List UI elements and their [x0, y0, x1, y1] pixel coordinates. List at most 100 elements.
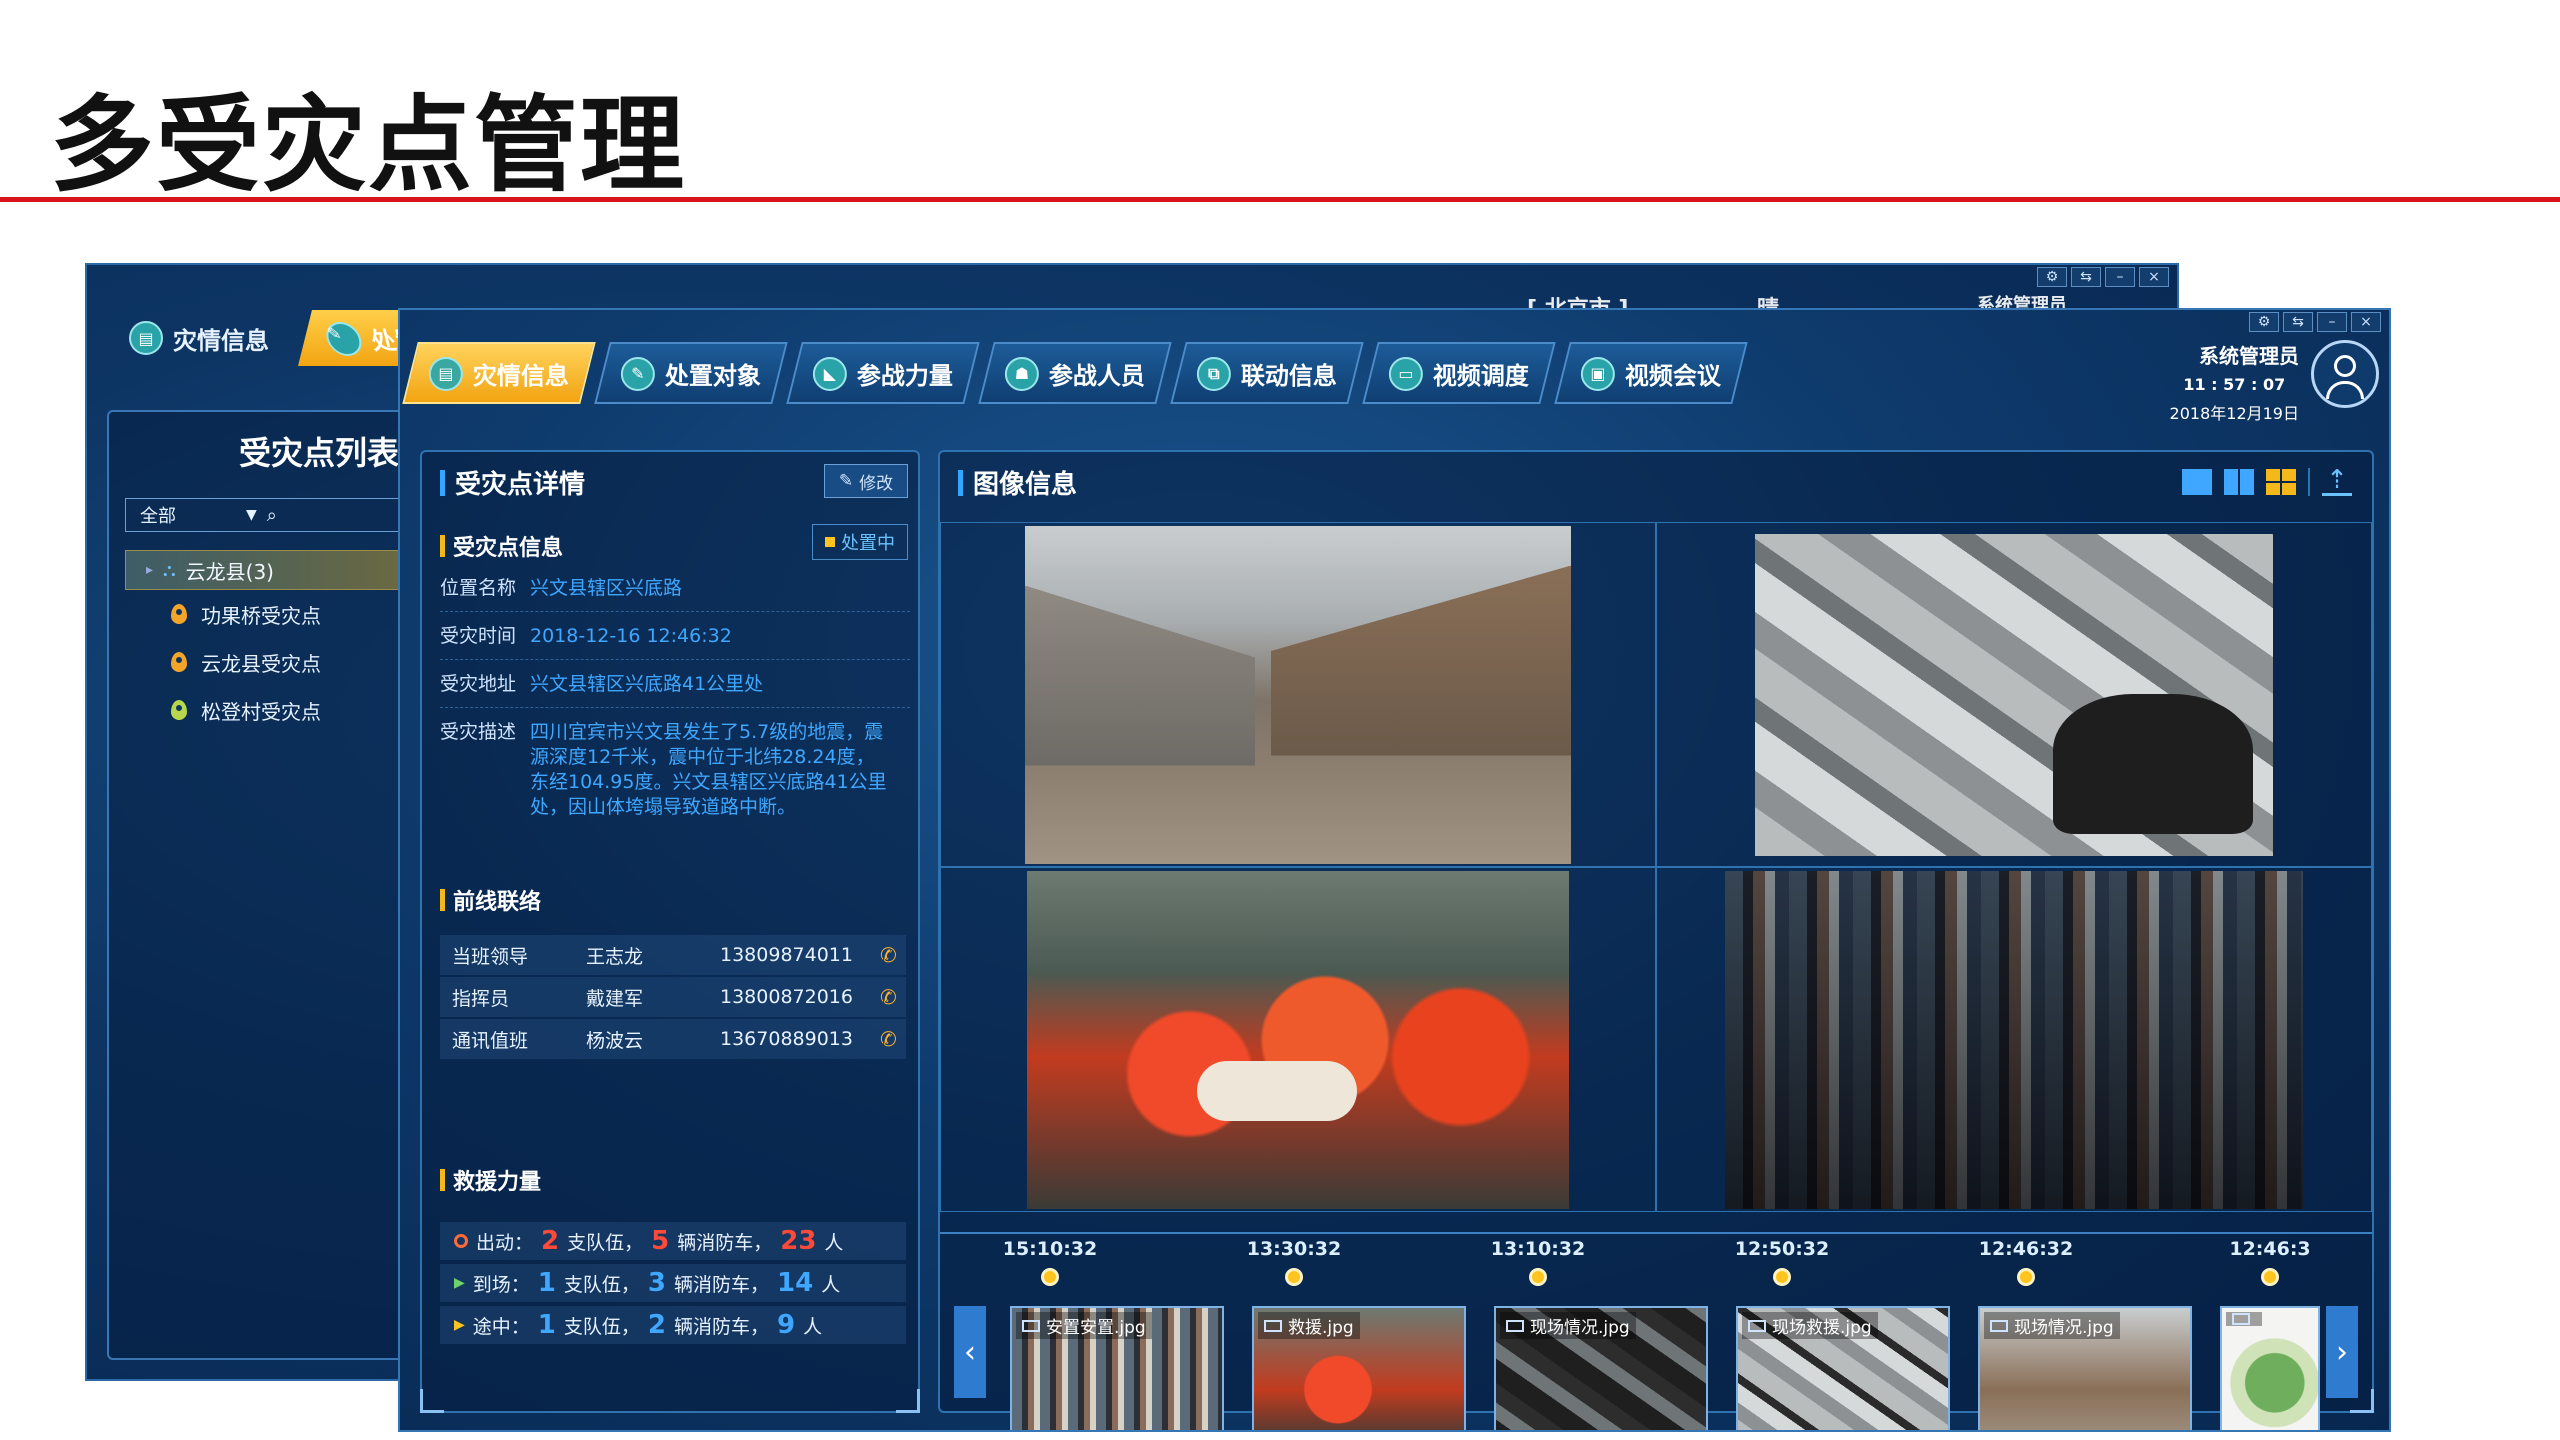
timeline-dot[interactable] — [2261, 1268, 2279, 1286]
image-rescue-team — [1027, 870, 1569, 1209]
tree-item[interactable]: 云龙县受灾点 — [125, 638, 425, 686]
thumb-label: 救援.jpg — [1288, 1318, 1354, 1338]
switch-icon[interactable]: ⇆ — [2071, 267, 2101, 287]
minimize-icon[interactable]: – — [2105, 267, 2135, 287]
tab-personnel[interactable]: ☗ 参战人员 — [978, 342, 1172, 404]
thumbnail[interactable]: 安置安置.jpg — [1010, 1306, 1224, 1430]
close-icon[interactable]: × — [2139, 267, 2169, 287]
tree-item[interactable]: 松登村受灾点 — [125, 686, 425, 734]
image-cell[interactable] — [940, 522, 1656, 867]
force-row-en-route: ▶ 途中： 1 支队伍， 2 辆消防车， 9 人 — [440, 1306, 906, 1344]
user-name: 系统管理员 — [2199, 344, 2299, 368]
timeline-time: 12:46:32 — [1978, 1238, 2074, 1260]
image-cell[interactable] — [940, 867, 1656, 1212]
image-street-damage — [1025, 525, 1571, 864]
pencil-icon: ✎ — [838, 471, 854, 491]
contact-role: 当班领导 — [452, 945, 529, 968]
tree-item[interactable]: 功果桥受灾点 — [125, 590, 425, 638]
panel-corner — [420, 1389, 444, 1413]
triangle-right-icon: ▶ — [454, 1317, 465, 1333]
avatar[interactable] — [2311, 340, 2379, 408]
tree-item-label: 功果桥受灾点 — [201, 603, 321, 628]
thumbnail[interactable]: 救援.jpg — [1252, 1306, 1466, 1430]
tab-video-dispatch[interactable]: ▭ 视频调度 — [1362, 342, 1556, 404]
image-cell[interactable] — [1656, 867, 2372, 1212]
timeline-point[interactable]: 12:50:32 — [1712, 1238, 1852, 1260]
thumbnail-strip: ‹ 安置安置.jpg 救援.jpg 现场情况.jpg 现场救援.jpg 现场情况… — [954, 1302, 2360, 1430]
info-row-location: 位置名称 兴文县辖区兴底路 — [440, 576, 910, 612]
timeline-point[interactable]: 12:46:32 — [1956, 1238, 2096, 1260]
back-tab-disaster-info[interactable]: ▤ 灾情信息 — [107, 310, 291, 366]
user-group-icon: ☗ — [1005, 356, 1039, 390]
force-teams: 1 — [537, 1268, 556, 1298]
thumbnail[interactable] — [2220, 1306, 2320, 1430]
force-people: 14 — [777, 1268, 814, 1298]
tab-handling-object[interactable]: ✎ 处置对象 — [594, 342, 788, 404]
forces-section-title: 救援力量 — [440, 1164, 541, 1196]
image-shelter-crowd — [1725, 870, 2303, 1209]
tab-label: 灾情信息 — [473, 361, 569, 390]
force-trucks-unit: 辆消防车， — [677, 1231, 773, 1254]
timeline-dot[interactable] — [2017, 1268, 2035, 1286]
timeline-point[interactable]: 13:10:32 — [1468, 1238, 1608, 1260]
tab-video-meeting[interactable]: ▣ 视频会议 — [1554, 342, 1748, 404]
thumbnail[interactable]: 现场情况.jpg — [1494, 1306, 1708, 1430]
phone-icon[interactable]: ✆ — [880, 985, 897, 1009]
timeline-dot[interactable] — [1041, 1268, 1059, 1286]
clock-time: 11 : 57 : 07 — [2183, 375, 2286, 394]
toolbar-divider — [2308, 468, 2310, 496]
edit-label: 修改 — [859, 473, 894, 494]
force-trucks: 3 — [647, 1268, 666, 1298]
thumb-label: 现场情况.jpg — [2014, 1318, 2114, 1338]
image-panel-title: 图像信息 — [958, 464, 1077, 501]
contact-role: 通讯值班 — [452, 1029, 529, 1052]
settings-icon[interactable]: ⚙ — [2037, 267, 2067, 287]
force-trucks-unit: 辆消防车， — [674, 1315, 770, 1338]
thumbnail[interactable]: 现场救援.jpg — [1736, 1306, 1950, 1430]
contacts-table: 当班领导 王志龙 13809874011 ✆ 指挥员 戴建军 138008720… — [440, 935, 906, 1061]
clock-date: 2018年12月19日 — [2169, 404, 2299, 423]
next-arrow-button[interactable]: › — [2326, 1306, 2358, 1398]
edit-button[interactable]: ✎ 修改 — [824, 464, 908, 498]
monitor-icon — [1506, 1319, 1524, 1332]
layout-grid-icon[interactable] — [2266, 469, 2296, 495]
tab-label: 联动信息 — [1241, 361, 1337, 390]
filter-select[interactable]: 全部 ▼ ⌕ — [125, 498, 425, 532]
layout-single-icon[interactable] — [2182, 469, 2212, 495]
chevron-right-icon: › — [2336, 1334, 2348, 1370]
tab-linkage[interactable]: ⧉ 联动信息 — [1170, 342, 1364, 404]
timeline-dot[interactable] — [1285, 1268, 1303, 1286]
field-value: 2018-12-16 12:46:32 — [530, 625, 732, 647]
tab-label: 参战人员 — [1049, 361, 1145, 390]
search-icon[interactable]: ⌕ — [267, 505, 277, 526]
status-dot-icon — [825, 537, 835, 547]
monitor-icon — [1022, 1319, 1040, 1332]
tab-disaster-info[interactable]: ▤ 灾情信息 — [402, 342, 596, 404]
top-bar: ▤ 灾情信息 ✎ 处置对象 ◣ 参战力量 ☗ 参战人员 ⧉ 联动信息 ▭ 视频调度 ▣ 视频会… — [400, 310, 2389, 423]
phone-icon[interactable]: ✆ — [880, 1027, 897, 1051]
layout-split-icon[interactable] — [2224, 469, 2254, 495]
timeline-dot[interactable] — [1773, 1268, 1791, 1286]
phone-icon[interactable]: ✆ — [880, 943, 897, 967]
upload-icon[interactable]: ⇡ — [2322, 467, 2352, 496]
monitor-icon — [1748, 1319, 1766, 1332]
timeline-point[interactable]: 12:46:3 — [2200, 1238, 2340, 1260]
panel-corner — [2350, 1389, 2374, 1413]
force-status: 到场： — [472, 1273, 530, 1296]
expand-icon: ▸ — [146, 562, 154, 578]
chat-icon: ✎ — [621, 356, 655, 390]
layout-toolbar: ⇡ — [2182, 467, 2352, 496]
tree-root-node[interactable]: ▸ ⛬ 云龙县(3) — [125, 550, 425, 590]
timeline-point[interactable]: 15:10:32 — [980, 1238, 1120, 1260]
force-teams-unit: 支队伍， — [563, 1273, 640, 1296]
image-cell[interactable] — [1656, 522, 2372, 867]
field-value: 兴文县辖区兴底路 — [530, 577, 683, 599]
timeline-point[interactable]: 13:30:32 — [1224, 1238, 1364, 1260]
tab-forces[interactable]: ◣ 参战力量 — [786, 342, 980, 404]
timeline-dot[interactable] — [1529, 1268, 1547, 1286]
thumbnail[interactable]: 现场情况.jpg — [1978, 1306, 2192, 1430]
prev-arrow-button[interactable]: ‹ — [954, 1306, 986, 1398]
thumb-caption: 现场情况.jpg — [1984, 1312, 2120, 1339]
target-icon — [454, 1234, 468, 1248]
timeline-time: 13:10:32 — [1490, 1238, 1586, 1260]
